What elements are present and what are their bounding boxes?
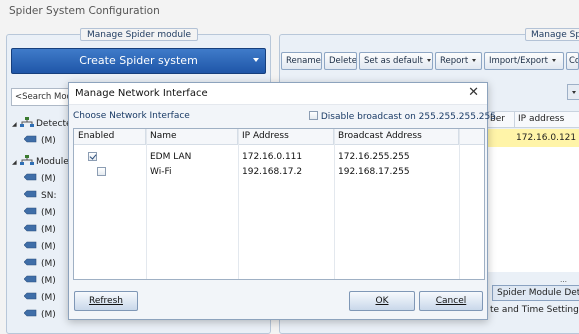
disable-broadcast-label: Disable broadcast on 255.255.255.255 xyxy=(320,112,496,122)
date-time-setting-label: te and Time Setting xyxy=(490,305,579,315)
device-icon xyxy=(23,256,37,266)
device-icon xyxy=(23,273,37,283)
more-toolbar-button[interactable]: Co xyxy=(566,52,579,70)
dialog-title: Manage Network Interface xyxy=(75,88,208,99)
device-icon xyxy=(23,307,37,317)
selected-module-ip: 172.16.0.121 xyxy=(516,133,577,143)
splitter-handle[interactable]: … xyxy=(560,276,567,284)
interface-ip-cell: 192.168.17.2 xyxy=(242,167,303,177)
tree-item-label: Detecte xyxy=(36,119,72,129)
column-header-broadcast-address[interactable]: Broadcast Address xyxy=(334,129,459,145)
interface-ip-cell: 172.16.0.111 xyxy=(242,152,303,162)
column-header-ip-address[interactable]: IP Address xyxy=(238,129,334,145)
interface-broadcast-cell: 172.16.255.255 xyxy=(338,152,410,162)
chevron-down-icon xyxy=(551,59,556,62)
cancel-button[interactable]: Cancel xyxy=(419,291,483,311)
right-panel-title: Manage Sp xyxy=(525,28,579,41)
tree-item[interactable]: (M) xyxy=(23,256,56,273)
tree-item[interactable]: (M) xyxy=(23,133,56,150)
chevron-down-icon xyxy=(472,59,477,62)
ok-label: OK xyxy=(375,296,389,306)
device-icon xyxy=(23,290,37,300)
column-header-spacer xyxy=(459,129,484,145)
interface-broadcast-cell: 192.168.17.255 xyxy=(338,167,410,177)
close-icon[interactable]: ✕ xyxy=(468,85,479,100)
device-icon xyxy=(23,222,37,232)
expand-icon[interactable]: ◢ xyxy=(12,154,20,171)
tree-item-label: (M) xyxy=(41,310,56,320)
interface-enabled-checkbox[interactable] xyxy=(97,167,106,176)
device-icon xyxy=(23,133,37,143)
create-button-label: Create Spider system xyxy=(79,54,198,67)
refresh-button[interactable]: Refresh xyxy=(74,291,138,311)
chevron-down-icon xyxy=(253,58,259,62)
tree-item[interactable]: (M) xyxy=(23,222,56,239)
left-panel-title: Manage Spider module xyxy=(80,28,199,41)
tree-group[interactable]: ◢ Module xyxy=(12,154,69,171)
disable-broadcast-option[interactable]: Disable broadcast on 255.255.255.255 xyxy=(309,111,496,122)
column-header-name[interactable]: Name xyxy=(146,129,238,145)
device-icon xyxy=(23,171,37,181)
tree-item-label: SN: xyxy=(41,191,57,201)
create-spider-system-button[interactable]: Create Spider system xyxy=(11,48,266,74)
tree-item-label: (M) xyxy=(41,174,56,184)
tree-item-label: (M) xyxy=(41,208,56,218)
interface-name-cell: Wi-Fi xyxy=(150,167,172,177)
column-header-ip[interactable]: IP address xyxy=(514,111,579,128)
delete-button[interactable]: Delete xyxy=(324,52,357,70)
set-as-default-button[interactable]: Set as default xyxy=(359,52,433,70)
network-interface-grid: Enabled Name IP Address Broadcast Addres… xyxy=(73,128,485,280)
dialog-subtitle: Choose Network Interface xyxy=(73,111,190,121)
more-label: Co xyxy=(569,56,578,66)
tree-item[interactable]: (M) xyxy=(23,205,56,222)
expand-icon[interactable]: ◢ xyxy=(12,116,20,133)
import-export-button[interactable]: Import/Export xyxy=(484,52,564,70)
tree-item[interactable]: (M) xyxy=(23,239,56,256)
tree-item-label: (M) xyxy=(41,225,56,235)
rename-label: Rename xyxy=(286,56,321,66)
tree-item-label: Module xyxy=(36,157,69,167)
tree-item[interactable]: (M) xyxy=(23,290,56,307)
report-label: Report xyxy=(440,56,469,66)
tree-group[interactable]: ◢ Detecte xyxy=(12,116,72,133)
device-icon xyxy=(23,205,37,215)
set-as-default-label: Set as default xyxy=(364,56,423,66)
tree-item-label: (M) xyxy=(41,276,56,286)
network-icon xyxy=(20,117,34,128)
tree-item[interactable]: (M) xyxy=(23,171,56,188)
network-icon xyxy=(20,155,34,166)
refresh-label: Refresh xyxy=(89,296,123,306)
import-export-label: Import/Export xyxy=(489,56,548,66)
app-title: Spider System Configuration xyxy=(9,5,160,17)
interface-name-cell: EDM LAN xyxy=(150,152,192,162)
tree-item-label: (M) xyxy=(41,259,56,269)
tree-item[interactable]: (M) xyxy=(23,273,56,290)
cancel-label: Cancel xyxy=(435,296,467,306)
tree-item-label: (M) xyxy=(41,293,56,303)
ok-button[interactable]: OK xyxy=(349,291,415,311)
chevron-down-icon xyxy=(426,59,431,62)
module-search-input[interactable]: <Search Mod xyxy=(11,88,75,106)
combo-dropdown-button[interactable] xyxy=(567,84,579,100)
device-icon xyxy=(23,188,37,198)
tree-item-label: (M) xyxy=(41,242,56,252)
tab-spider-module-details[interactable]: Spider Module Det xyxy=(492,285,579,301)
chevron-down-icon xyxy=(572,91,576,94)
tree-item[interactable]: (M) xyxy=(23,307,56,324)
column-divider xyxy=(459,129,460,279)
column-header-enabled[interactable]: Enabled xyxy=(74,129,146,145)
interface-enabled-checkbox[interactable] xyxy=(88,152,97,161)
rename-button[interactable]: Rename xyxy=(281,52,322,70)
selected-module-row[interactable]: 172.16.0.121 xyxy=(486,129,579,147)
manage-network-interface-dialog: Manage Network Interface ✕ Choose Networ… xyxy=(68,82,496,320)
device-icon xyxy=(23,239,37,249)
tree-item[interactable]: SN: xyxy=(23,188,57,205)
module-list-area xyxy=(486,147,579,272)
report-button[interactable]: Report xyxy=(435,52,482,70)
delete-label: Delete xyxy=(329,56,357,66)
tree-item-label: (M) xyxy=(41,136,56,146)
disable-broadcast-checkbox[interactable] xyxy=(309,111,318,120)
